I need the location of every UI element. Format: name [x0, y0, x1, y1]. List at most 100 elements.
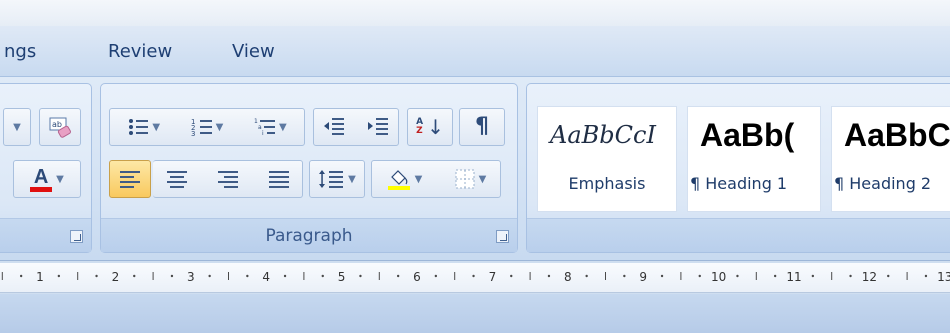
paragraph-group: ▼ 1 2 3 ▼ 1 a i ▼ A Z ↓ ¶ ▼ ▼ ▼ Paragrap… — [100, 83, 518, 253]
font-color-swatch — [30, 186, 53, 192]
font-size-dropdown[interactable]: ▼ — [3, 108, 31, 146]
multilevel-list-icon: 1 a i — [254, 118, 275, 137]
chevron-down-icon: ▼ — [215, 121, 224, 133]
font-color-letter: A — [33, 165, 49, 188]
show-formatting-marks-button[interactable]: ¶ — [459, 108, 505, 146]
shading-border-buttons: ▼ ▼ — [371, 160, 501, 198]
ruler-number: 11 — [786, 270, 801, 284]
justify-icon[interactable] — [268, 169, 290, 189]
indent-buttons — [313, 108, 399, 146]
font-dialog-launcher-icon[interactable] — [70, 230, 83, 243]
ruler-quarter-tick — [547, 274, 551, 278]
style-name: ¶ Heading 1 — [690, 174, 788, 193]
list-buttons: ▼ 1 2 3 ▼ 1 a i ▼ — [109, 108, 305, 146]
style-heading-2[interactable]: AaBbC ¶ Heading 2 — [831, 106, 950, 212]
tab-mailings[interactable]: ngs — [4, 41, 36, 62]
ruler-number: 8 — [564, 270, 572, 284]
ruler-quarter-tick — [246, 274, 249, 278]
ribbon-tab-row: ngs Review View — [0, 26, 950, 76]
borders-button[interactable]: ▼ — [454, 168, 487, 190]
ruler-quarter-tick — [887, 274, 890, 278]
styles-group-label — [527, 218, 950, 252]
ruler-number: 13 — [937, 270, 950, 284]
ruler-number: 3 — [187, 270, 195, 284]
svg-text:i: i — [262, 130, 264, 137]
ruler-quarter-tick — [811, 274, 815, 278]
ruler-quarter-tick — [359, 274, 362, 278]
ruler-number: 12 — [862, 270, 877, 284]
ruler-number: 2 — [112, 270, 120, 284]
sort-button[interactable]: AZ ↓ — [407, 108, 453, 146]
line-spacing-icon — [319, 170, 344, 188]
style-heading-1[interactable]: AaBb( ¶ Heading 1 — [687, 106, 821, 212]
borders-icon — [455, 169, 475, 189]
ruler-quarter-tick — [321, 274, 324, 278]
styles-group: AaBbCcI Emphasis AaBb( ¶ Heading 1 AaBbC… — [526, 83, 950, 253]
ruler-quarter-tick — [396, 274, 400, 278]
font-group: ▼ ab A ▼ — [0, 83, 92, 253]
ruler-number: 4 — [262, 270, 270, 284]
ruler-number: 7 — [489, 270, 497, 284]
style-sample: AaBb( — [700, 117, 795, 153]
ruler-quarter-tick — [19, 274, 23, 278]
ruler-quarter-tick — [924, 274, 928, 278]
title-bar — [0, 0, 950, 26]
ruler-quarter-tick — [849, 274, 852, 278]
ruler-number: 5 — [338, 270, 346, 284]
font-color-button[interactable]: A ▼ — [13, 160, 81, 198]
ruler-number: 10 — [711, 270, 726, 284]
font-color-icon: A — [30, 165, 53, 192]
svg-text:3: 3 — [191, 130, 195, 138]
chevron-down-icon: ▼ — [13, 121, 21, 133]
pilcrow-icon: ¶ — [475, 114, 489, 139]
document-area-top — [0, 294, 950, 333]
line-spacing-button[interactable]: ▼ — [309, 160, 365, 198]
ruler-number: 1 — [36, 270, 44, 284]
ruler-quarter-tick — [434, 274, 438, 278]
ruler-quarter-tick — [510, 274, 513, 278]
sort-icon: AZ — [416, 117, 424, 136]
chevron-down-icon: ▼ — [414, 173, 423, 185]
shading-button[interactable]: ▼ — [386, 167, 423, 191]
decrease-indent-icon[interactable] — [322, 116, 346, 138]
tab-view[interactable]: View — [232, 41, 275, 62]
eraser-icon: ab — [49, 117, 71, 138]
ruler-quarter-tick — [170, 274, 174, 278]
style-name: Emphasis — [568, 174, 646, 193]
align-right-icon[interactable] — [217, 169, 239, 189]
ruler-number: 6 — [413, 270, 421, 284]
chevron-down-icon: ▼ — [278, 121, 287, 133]
ruler-quarter-tick — [208, 274, 211, 278]
bullets-icon — [129, 119, 149, 135]
align-left-button[interactable] — [109, 160, 151, 198]
ribbon: ▼ ab A ▼ ▼ 1 2 3 ▼ 1 a i ▼ A Z ↓ ¶ ▼ ▼ ▼… — [0, 76, 950, 261]
ruler-quarter-tick — [585, 274, 588, 278]
chevron-down-icon: ▼ — [348, 173, 356, 185]
paint-bucket-icon — [387, 170, 410, 190]
horizontal-ruler[interactable]: 1 2 3 4 5 6 7 8 9 10 11 12 13 — [0, 263, 950, 293]
svg-text:ab: ab — [52, 120, 62, 129]
paragraph-dialog-launcher-icon[interactable] — [496, 230, 509, 243]
tab-review[interactable]: Review — [108, 41, 172, 62]
ruler-quarter-tick — [472, 274, 475, 278]
style-name: ¶ Heading 2 — [834, 174, 932, 193]
ruler-quarter-tick — [736, 274, 739, 278]
ruler-quarter-tick — [660, 274, 664, 278]
clear-formatting-button[interactable]: ab — [39, 108, 81, 146]
chevron-down-icon: ▼ — [478, 173, 487, 185]
ruler-scale: 1 2 3 4 5 6 7 8 9 10 11 12 13 — [1, 270, 950, 284]
style-sample: AaBbC — [844, 117, 950, 153]
ruler-quarter-tick — [773, 274, 777, 278]
ruler-quarter-tick — [95, 274, 98, 278]
ruler-quarter-tick — [623, 274, 626, 278]
ruler-quarter-tick — [133, 274, 136, 278]
ruler-quarter-tick — [283, 274, 287, 278]
style-emphasis[interactable]: AaBbCcI Emphasis — [537, 106, 677, 212]
ruler-quarter-tick — [698, 274, 701, 278]
bullets-button[interactable]: ▼ — [127, 116, 160, 138]
align-center-icon[interactable] — [166, 169, 188, 189]
multilevel-list-button[interactable]: 1 a i ▼ — [254, 116, 287, 138]
chevron-down-icon: ▼ — [56, 173, 64, 185]
increase-indent-icon[interactable] — [366, 116, 390, 138]
numbering-button[interactable]: 1 2 3 ▼ — [191, 116, 224, 138]
